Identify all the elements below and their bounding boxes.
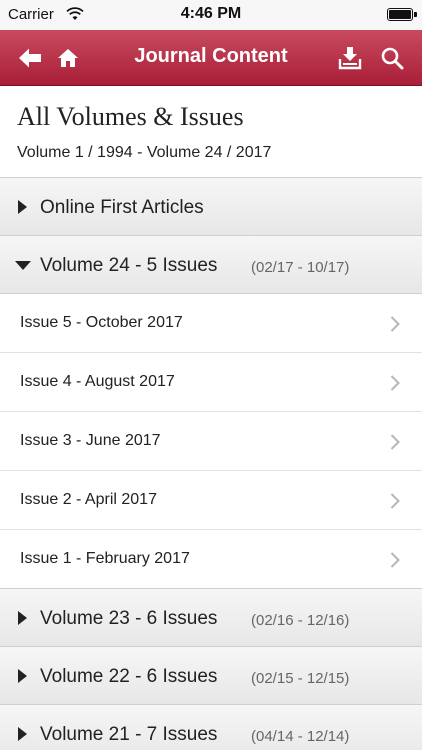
issue-row[interactable]: Issue 5 - October 2017 — [0, 294, 422, 353]
volume-label: Volume 24 - 5 Issues — [40, 255, 218, 276]
chevron-right-icon — [390, 552, 400, 568]
search-icon[interactable] — [376, 42, 408, 74]
chevron-right-icon — [390, 493, 400, 509]
page-subtitle: Volume 1 / 1994 - Volume 24 / 2017 — [17, 144, 272, 161]
issue-label: Issue 1 - February 2017 — [20, 550, 190, 567]
online-first-row[interactable]: Online First Articles — [0, 177, 422, 236]
volume-date-range: (02/16 - 12/16) — [251, 612, 350, 629]
chevron-right-icon — [390, 316, 400, 332]
page-header: All Volumes & Issues Volume 1 / 1994 - V… — [0, 86, 422, 178]
volume-24-row[interactable]: Volume 24 - 5 Issues (02/17 - 10/17) — [0, 235, 422, 294]
volume-label: Volume 23 - 6 Issues — [40, 608, 218, 629]
volume-21-row[interactable]: Volume 21 - 7 Issues (04/14 - 12/14) — [0, 704, 422, 750]
volume-list: Online First Articles Volume 24 - 5 Issu… — [0, 177, 422, 750]
issue-row[interactable]: Issue 4 - August 2017 — [0, 353, 422, 412]
status-bar: Carrier 4:46 PM — [0, 0, 422, 30]
volume-date-range: (02/15 - 12/15) — [251, 670, 350, 687]
group-label: Online First Articles — [40, 197, 204, 218]
chevron-right-icon — [390, 375, 400, 391]
volume-22-row[interactable]: Volume 22 - 6 Issues (02/15 - 12/15) — [0, 646, 422, 705]
volume-label: Volume 22 - 6 Issues — [40, 666, 218, 687]
issue-label: Issue 2 - April 2017 — [20, 491, 157, 508]
issue-label: Issue 5 - October 2017 — [20, 314, 183, 331]
download-icon[interactable] — [334, 42, 366, 74]
disclosure-right-icon — [18, 727, 27, 741]
chevron-right-icon — [390, 434, 400, 450]
disclosure-right-icon — [18, 611, 27, 625]
issue-label: Issue 4 - August 2017 — [20, 373, 175, 390]
disclosure-right-icon — [18, 200, 27, 214]
issue-row[interactable]: Issue 1 - February 2017 — [0, 530, 422, 589]
volume-date-range: (04/14 - 12/14) — [251, 728, 350, 745]
disclosure-down-icon — [15, 261, 31, 270]
issue-row[interactable]: Issue 3 - June 2017 — [0, 412, 422, 471]
battery-icon — [387, 8, 413, 21]
issue-label: Issue 3 - June 2017 — [20, 432, 161, 449]
volume-23-row[interactable]: Volume 23 - 6 Issues (02/16 - 12/16) — [0, 588, 422, 647]
battery-tip — [414, 12, 417, 17]
disclosure-right-icon — [18, 669, 27, 683]
volume-label: Volume 21 - 7 Issues — [40, 724, 218, 745]
clock: 4:46 PM — [180, 5, 242, 22]
page-title: All Volumes & Issues — [17, 102, 244, 131]
issue-row[interactable]: Issue 2 - April 2017 — [0, 471, 422, 530]
volume-date-range: (02/17 - 10/17) — [251, 259, 350, 276]
nav-bar: Journal Content — [0, 30, 422, 86]
